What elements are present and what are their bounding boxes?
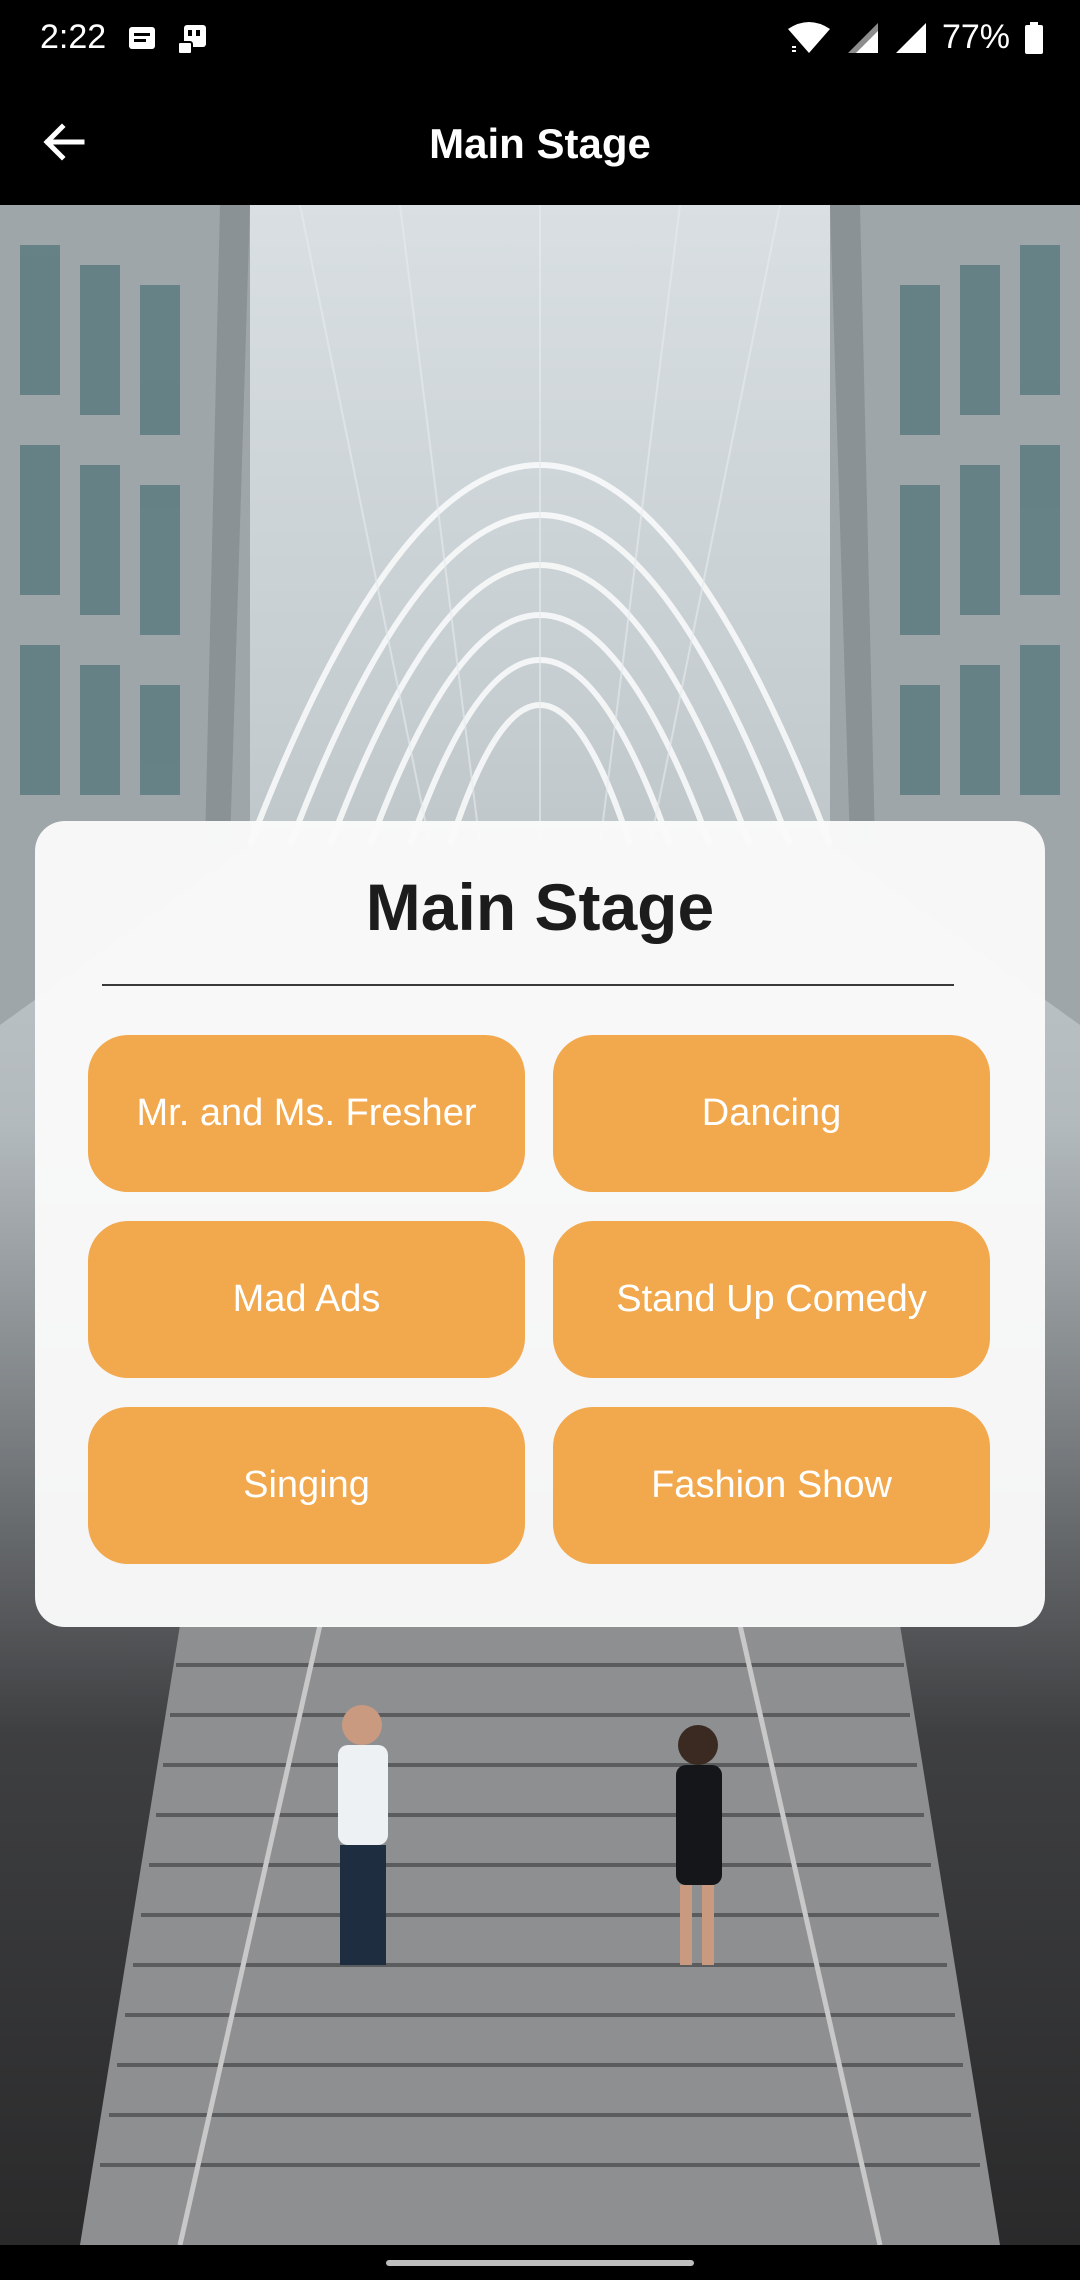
message-icon — [129, 27, 155, 49]
notification-icons — [126, 22, 212, 56]
event-button-dancing[interactable]: Dancing — [553, 1035, 990, 1192]
wifi-icon — [787, 21, 830, 53]
divider — [102, 984, 954, 986]
status-right: 77% — [786, 18, 1044, 57]
page-title: Main Stage — [429, 120, 651, 167]
card-title: Main Stage — [365, 870, 715, 944]
event-button-mad-ads[interactable]: Mad Ads — [88, 1221, 525, 1378]
status-time: 2:22 — [40, 18, 107, 56]
event-button-stand-up-comedy[interactable]: Stand Up Comedy — [553, 1221, 990, 1378]
status-bar: 2:22 77% — [0, 0, 1080, 80]
event-button-mr-ms-fresher[interactable]: Mr. and Ms. Fresher — [88, 1035, 525, 1192]
signal-icon — [847, 22, 878, 53]
event-grid: Mr. and Ms. Fresher Dancing Mad Ads Stan… — [88, 1035, 992, 1564]
home-handle[interactable] — [386, 2260, 694, 2266]
app-bar: Main Stage — [0, 80, 1080, 205]
sim-card-icon — [177, 25, 206, 55]
event-button-fashion-show[interactable]: Fashion Show — [553, 1407, 990, 1564]
event-button-singing[interactable]: Singing — [88, 1407, 525, 1564]
event-card: Main Stage Mr. and Ms. Fresher Dancing M… — [35, 821, 1045, 1627]
battery-icon — [1025, 21, 1043, 54]
navigation-bar — [0, 2245, 1080, 2280]
signal-icon — [895, 22, 926, 53]
battery-percentage: 77% — [941, 18, 1010, 56]
